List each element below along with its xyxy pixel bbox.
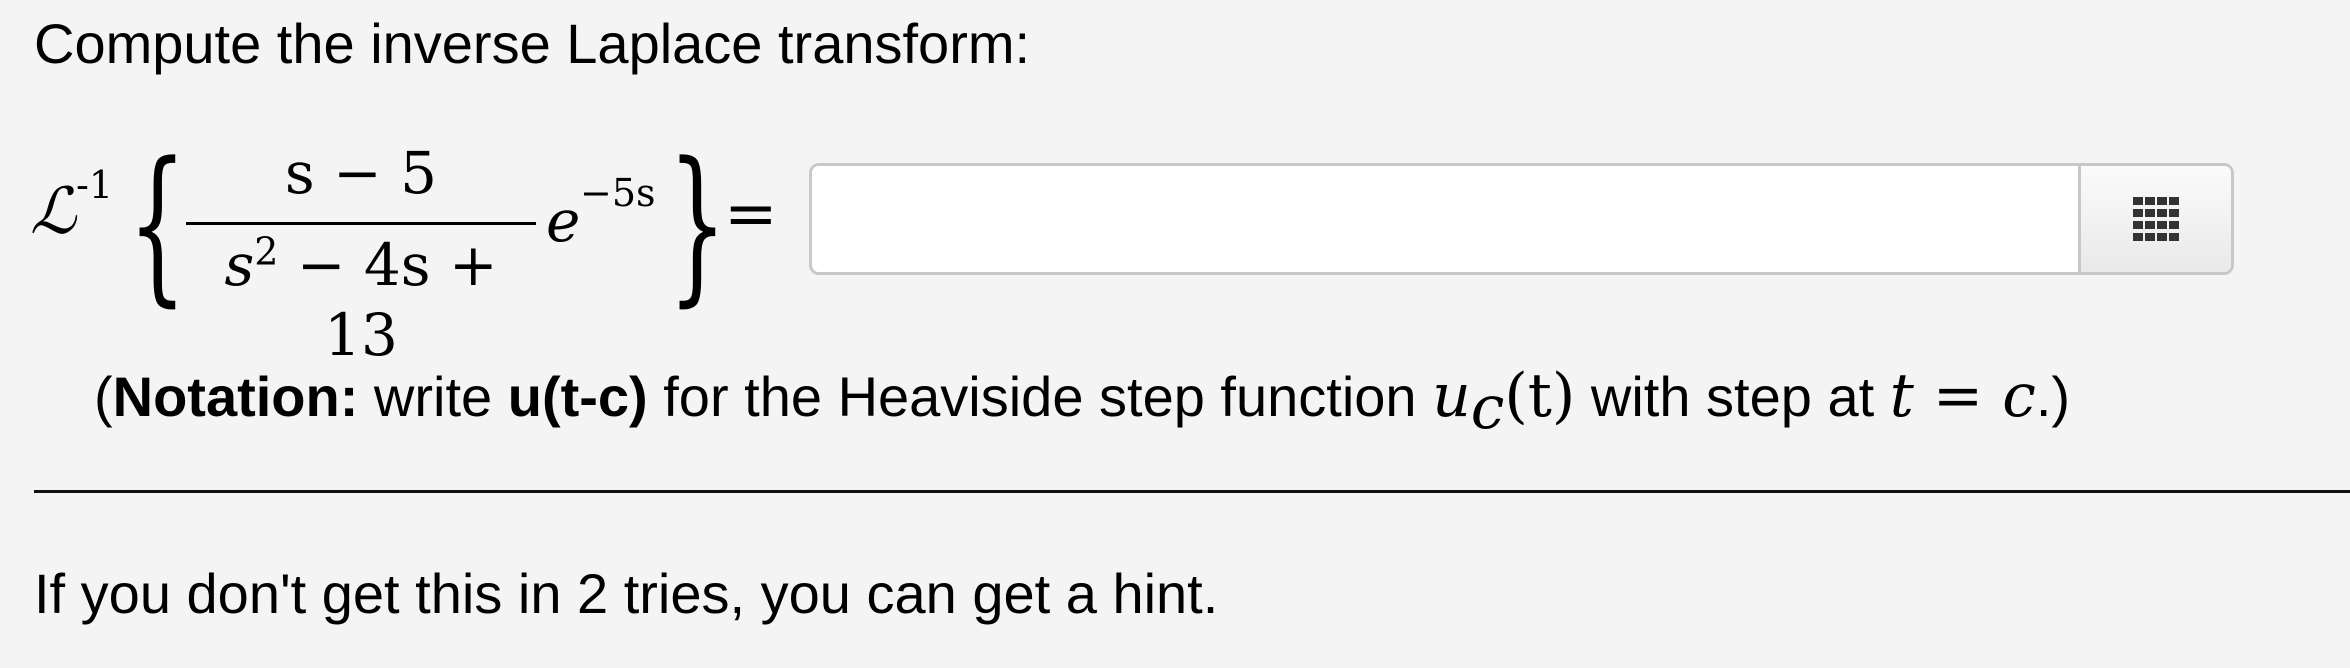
exponential-power: −5s <box>580 171 656 215</box>
laplace-inverse-superscript: -1 <box>76 163 114 207</box>
exponential-base: e <box>546 187 581 255</box>
denominator-variable: s <box>224 231 255 299</box>
heaviside-argument: (t) <box>1504 361 1576 431</box>
left-brace: { <box>128 126 187 322</box>
answer-field-container <box>809 163 2234 275</box>
notation-open-paren: ( <box>94 365 113 428</box>
step-condition: t = c <box>1889 361 2036 431</box>
equation-row: ℒ -1 { s − 5 s2 − 4s + 13 e −5s } = <box>0 126 2350 369</box>
denominator-remainder: − 4s + 13 <box>278 231 498 369</box>
heaviside-u: u <box>1432 361 1471 431</box>
heaviside-subscript: c <box>1470 373 1505 444</box>
laplace-operator: ℒ <box>30 175 77 249</box>
right-brace: } <box>668 126 727 322</box>
equals-sign: = <box>724 177 778 251</box>
math-palette-button[interactable] <box>2078 166 2231 272</box>
notation-text-2: for the Heaviside step function <box>647 365 1433 428</box>
notation-code: u(t-c) <box>507 365 648 428</box>
hint-message: If you don't get this in 2 tries, you ca… <box>34 562 1219 625</box>
notation-close: .) <box>2035 365 2071 428</box>
fraction-denominator: s2 − 4s + 13 <box>186 230 536 370</box>
notation-text-3: with step at <box>1575 365 1890 428</box>
notation-text-1: write <box>358 365 508 428</box>
fraction-numerator: s − 5 <box>284 139 438 207</box>
notation-label: Notation: <box>112 365 359 428</box>
question-prompt: Compute the inverse Laplace transform: <box>34 12 1031 75</box>
denominator-exponent: 2 <box>254 229 279 274</box>
fraction-bar <box>186 222 536 225</box>
grid-icon <box>2133 197 2179 241</box>
section-divider <box>34 490 2350 493</box>
notation-note: (Notation: write u(t-c) for the Heavisid… <box>94 361 2071 438</box>
answer-input[interactable] <box>812 166 2078 272</box>
